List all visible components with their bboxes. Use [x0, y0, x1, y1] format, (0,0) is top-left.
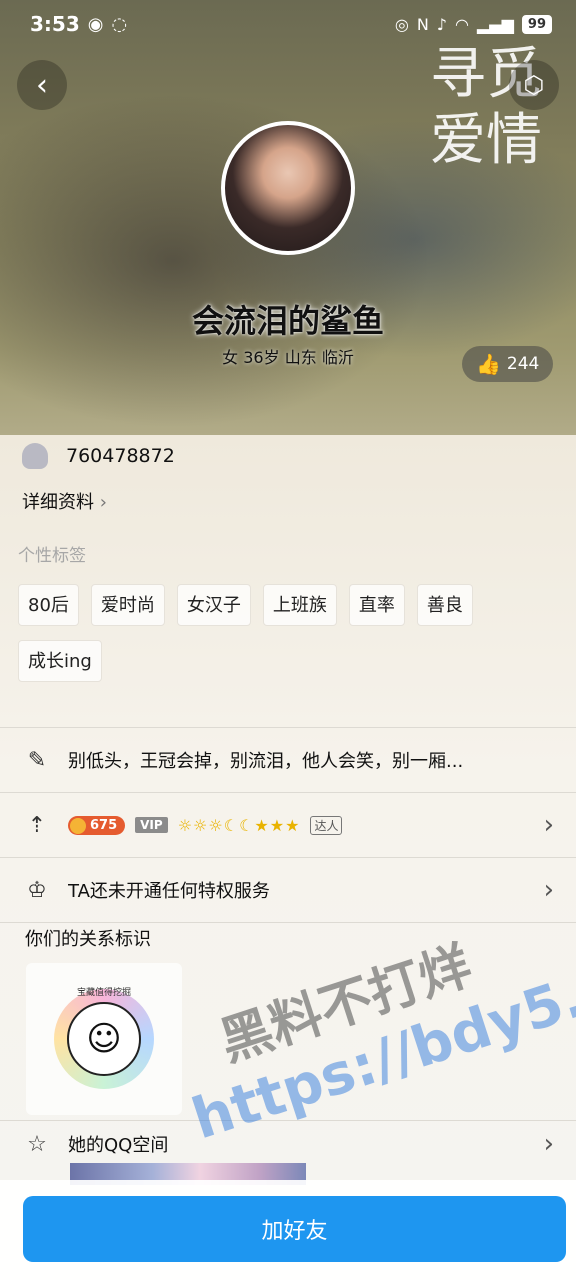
status-bar: 3:53 ◉ ◌ ◎ Ν ♪ ◠ ▂▄▆ 99 [0, 0, 576, 48]
detail-info-link[interactable]: 详细资料 › [22, 488, 107, 514]
privilege-text: TA还未开通任何特权服务 [68, 881, 270, 902]
tag-item[interactable]: 直率 [348, 584, 405, 626]
hexagon-menu-icon: ⬡ [523, 71, 545, 99]
thumbs-up-icon: 👍 [476, 352, 501, 376]
tag-item[interactable]: 女汉子 [176, 584, 251, 626]
back-button[interactable]: ‹ [17, 60, 67, 110]
signal-icon: ▂▄▆ [476, 14, 514, 34]
relation-card[interactable]: 宝藏值得挖掘 ☺ [26, 963, 182, 1115]
qq-level-icons: ☼☼☼☾☾★★★ [177, 815, 301, 835]
tags-list: 80后 爱时尚 女汉子 上班族 直率 善良 成长ing [18, 584, 558, 682]
chevron-right-icon: › [99, 492, 107, 513]
qq-number-row[interactable]: 760478872 [22, 440, 175, 472]
qzone-text: 她的QQ空间 [68, 1135, 169, 1156]
expert-badge: 达人 [310, 815, 343, 835]
smiley-face-icon: ☺ [67, 1002, 141, 1076]
nfc-icon: Ν [416, 14, 429, 34]
signature-row[interactable]: ✎ 别低头，王冠会掉，别流泪，他人会笑，别一厢... [0, 728, 576, 792]
tag-item[interactable]: 善良 [416, 584, 473, 626]
watermark: 黑料不打烊 https://bdy5.co [185, 886, 576, 1153]
battery-icon: 99 [521, 14, 552, 34]
qq-number: 760478872 [66, 445, 175, 467]
privilege-row[interactable]: ♔ TA还未开通任何特权服务 › [0, 858, 576, 922]
tag-item[interactable]: 上班族 [262, 584, 337, 626]
crown-icon: ♔ [27, 877, 47, 903]
detail-info-label: 详细资料 [22, 492, 94, 513]
chevron-right-icon: › [543, 810, 554, 840]
coin-badge: 675 [68, 815, 126, 835]
city: 临沂 [321, 348, 354, 367]
tag-item[interactable]: 80后 [18, 584, 79, 626]
relation-badge-caption: 宝藏值得挖掘 [76, 988, 131, 998]
relation-title: 你们的关系标识 [25, 929, 151, 950]
star-icon: ☆ [27, 1131, 47, 1157]
relation-badge: 宝藏值得挖掘 ☺ [54, 988, 154, 1089]
wechat-notification-icon: ◌ [111, 13, 128, 35]
wifi-icon: ◠ [455, 14, 469, 34]
add-friend-button[interactable]: 加好友 [23, 1196, 566, 1262]
signature-text: 别低头，王冠会掉，别流泪，他人会笑，别一厢... [68, 751, 464, 772]
gender: 女 [222, 348, 239, 367]
chevron-right-icon: › [543, 1129, 554, 1159]
nickname: 会流泪的鲨鱼 [191, 302, 384, 340]
more-options-button[interactable]: ⬡ [509, 60, 559, 110]
vip-badge: VIP [135, 817, 168, 833]
tags-section-label: 个性标签 [18, 546, 86, 566]
pencil-icon: ✎ [27, 747, 47, 773]
eye-icon: ◎ [394, 14, 409, 34]
divider [0, 922, 576, 923]
like-button[interactable]: 👍 244 [462, 346, 554, 382]
tag-item[interactable]: 爱时尚 [90, 584, 165, 626]
like-count: 244 [506, 354, 540, 374]
status-time: 3:53 [30, 12, 80, 36]
age: 36岁 [243, 348, 280, 367]
qq-penguin-icon [22, 443, 48, 469]
level-row[interactable]: ⇡ 675 VIP ☼☼☼☾☾★★★ 达人 › [0, 793, 576, 857]
app-notification-icon: ◉ [87, 13, 104, 35]
level-badges: 675 VIP ☼☼☼☾☾★★★ 达人 [68, 815, 544, 835]
tag-item[interactable]: 成长ing [18, 640, 102, 682]
level-up-icon: ⇡ [27, 812, 47, 838]
chevron-right-icon: › [543, 875, 554, 905]
province: 山东 [284, 348, 317, 367]
mute-icon: ♪ [436, 14, 448, 34]
avatar[interactable] [221, 121, 355, 255]
chevron-left-icon: ‹ [36, 67, 48, 103]
